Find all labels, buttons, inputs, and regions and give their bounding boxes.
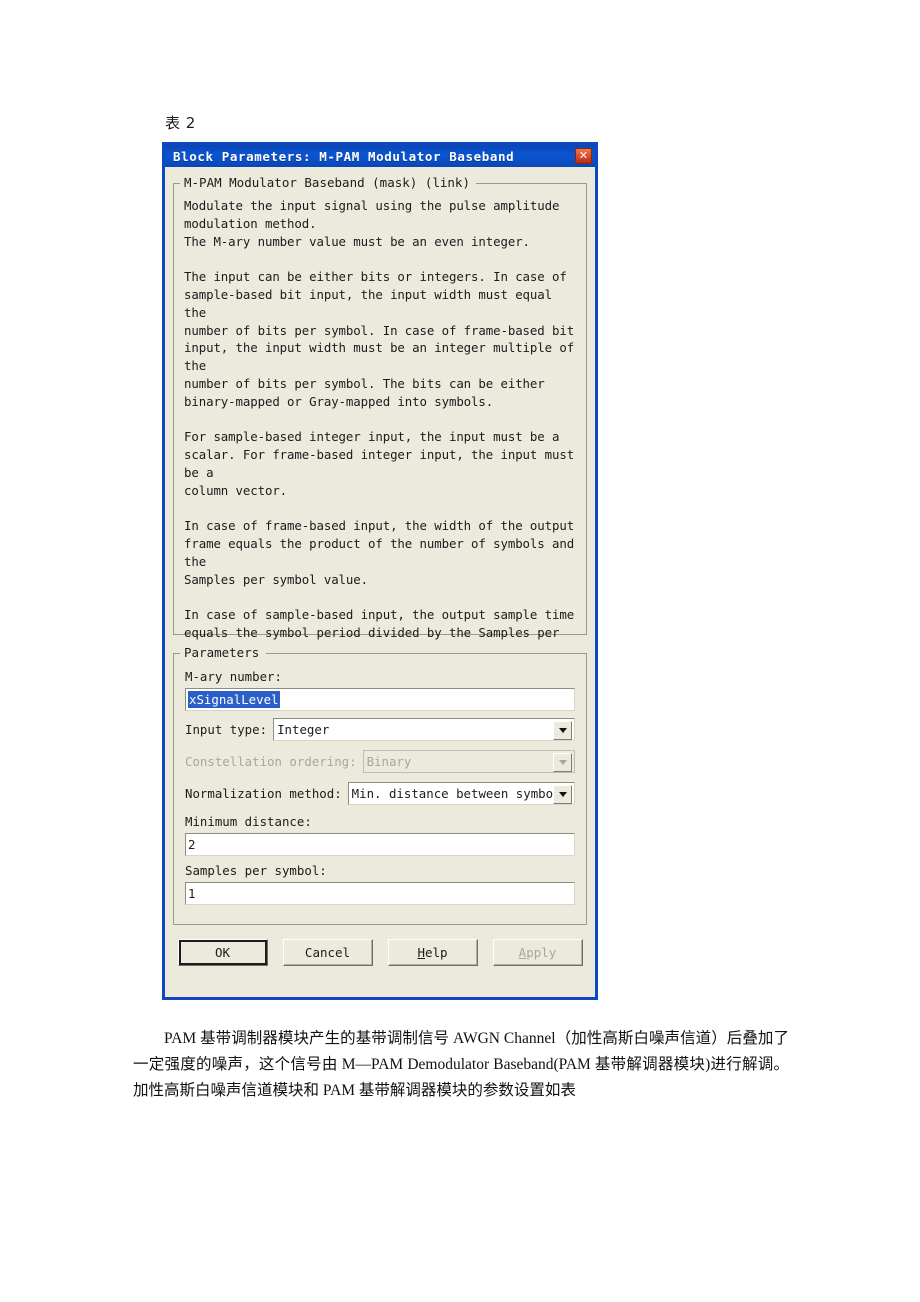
dialog-body: M-PAM Modulator Baseband (mask) (link) M…	[165, 167, 595, 997]
field-minimum-distance: Minimum distance: 2	[185, 814, 575, 856]
help-button[interactable]: Help	[387, 939, 478, 966]
body-paragraph: PAM 基带调制器模块产生的基带调制信号 AWGN Channel（加性高斯白噪…	[133, 1030, 789, 1099]
normalization-method-select[interactable]: Min. distance between symbols	[347, 782, 575, 805]
input-type-value: Integer	[277, 722, 330, 737]
table-caption: 表 2	[165, 114, 196, 132]
apply-button-mnemonic: A	[518, 945, 527, 960]
field-constellation-ordering: Constellation ordering: Binary	[185, 750, 575, 773]
normalization-method-label: Normalization method:	[185, 786, 342, 801]
ok-button[interactable]: OK	[177, 939, 268, 966]
close-icon[interactable]: ✕	[575, 148, 592, 164]
samples-per-symbol-input[interactable]: 1	[185, 882, 575, 905]
block-description-text: Modulate the input signal using the puls…	[184, 198, 575, 676]
minimum-distance-value: 2	[188, 837, 196, 852]
apply-button: Apply	[492, 939, 583, 966]
chevron-down-icon	[553, 753, 572, 772]
cancel-button[interactable]: Cancel	[282, 939, 373, 966]
input-type-select[interactable]: Integer	[273, 718, 575, 741]
field-normalization-method: Normalization method: Min. distance betw…	[185, 782, 575, 805]
dialog-button-row: OK Cancel Help Apply	[173, 939, 587, 966]
minimum-distance-input[interactable]: 2	[185, 833, 575, 856]
samples-per-symbol-value: 1	[188, 886, 196, 901]
parameters-group-legend: Parameters	[182, 645, 264, 660]
chevron-down-icon[interactable]	[553, 721, 572, 740]
dialog-titlebar: Block Parameters: M-PAM Modulator Baseba…	[165, 145, 595, 167]
constellation-ordering-value: Binary	[366, 754, 412, 769]
mary-number-value: xSignalLevel	[188, 691, 280, 708]
dialog-title: Block Parameters: M-PAM Modulator Baseba…	[173, 148, 515, 164]
description-group-legend: M-PAM Modulator Baseband (mask) (link)	[182, 175, 474, 190]
description-groupbox: M-PAM Modulator Baseband (mask) (link) M…	[173, 175, 587, 676]
constellation-ordering-label: Constellation ordering:	[185, 754, 357, 769]
parameters-groupbox: Parameters M-ary number: xSignalLevel In…	[173, 645, 587, 925]
mary-number-input[interactable]: xSignalLevel	[185, 688, 575, 711]
input-type-label: Input type:	[185, 722, 268, 737]
field-samples-per-symbol: Samples per symbol: 1	[185, 863, 575, 905]
chevron-down-icon[interactable]	[553, 785, 572, 804]
samples-per-symbol-label: Samples per symbol:	[185, 863, 327, 878]
constellation-ordering-select: Binary	[362, 750, 575, 773]
help-button-label: elp	[424, 945, 448, 960]
minimum-distance-label: Minimum distance:	[185, 814, 312, 829]
field-input-type: Input type: Integer	[185, 718, 575, 741]
field-mary-number: M-ary number: xSignalLevel	[185, 669, 575, 711]
mary-number-label: M-ary number:	[185, 669, 282, 684]
normalization-method-value: Min. distance between symbols	[351, 786, 568, 801]
block-parameters-dialog: Block Parameters: M-PAM Modulator Baseba…	[162, 142, 598, 1000]
apply-button-label: pply	[526, 945, 557, 960]
help-button-mnemonic: H	[417, 945, 425, 960]
